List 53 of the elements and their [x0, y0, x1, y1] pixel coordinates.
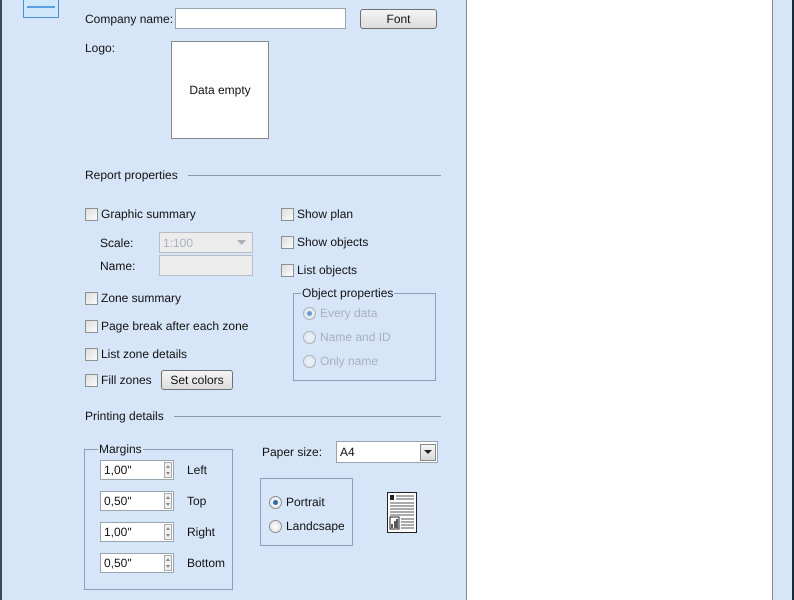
set-colors-button[interactable]: Set colors — [161, 370, 233, 390]
margin-label: Top — [187, 494, 206, 508]
paper-size-label: Paper size: — [262, 445, 324, 459]
caret-icon — [424, 450, 432, 454]
logo-image-box[interactable]: Data empty — [171, 41, 269, 139]
caret-icon — [237, 240, 246, 245]
font-button[interactable]: Font — [360, 8, 437, 28]
checkbox[interactable] — [85, 292, 98, 304]
checkbox-label: Show objects — [297, 235, 368, 249]
radio-label: Every data — [320, 306, 378, 320]
checkbox-label: Page break after each zone — [101, 319, 248, 333]
checkbox-label: List zone details — [101, 347, 188, 361]
checkbox[interactable] — [85, 320, 98, 332]
margin-spinner[interactable]: 0,50" — [100, 491, 174, 511]
radio-button[interactable] — [269, 496, 282, 508]
radio-label: Landcsape — [286, 519, 345, 533]
checkbox-label: List objects — [297, 263, 358, 277]
group-title: Margins — [98, 442, 143, 456]
name-label: Name: — [100, 258, 136, 272]
checkbox[interactable] — [281, 264, 294, 276]
margin-spinner[interactable]: 1,00" — [100, 460, 174, 480]
company-name-field[interactable] — [175, 8, 346, 29]
margin-label: Left — [187, 463, 208, 477]
spin-arrows-icon[interactable] — [164, 524, 172, 540]
margin-spinner[interactable]: 1,00" — [100, 522, 174, 542]
margin-label: Bottom — [187, 556, 226, 570]
section-title: Report properties — [85, 168, 178, 182]
checkbox[interactable] — [281, 208, 294, 220]
spin-arrows-icon[interactable] — [164, 462, 172, 478]
dropdown-button[interactable] — [420, 444, 436, 460]
radio-label: Only name — [320, 354, 378, 368]
section-title: Printing details — [85, 409, 164, 423]
spin-arrows-icon[interactable] — [164, 493, 172, 509]
checkbox-label: Graphic summary — [101, 207, 196, 221]
checkbox-label: Show plan — [297, 207, 354, 221]
checkbox-label: Zone summary — [101, 291, 182, 305]
radio-label: Portrait — [286, 495, 325, 509]
radio-label: Name and ID — [320, 330, 391, 344]
margin-spinner[interactable]: 0,50" — [100, 553, 174, 573]
spin-arrows-icon[interactable] — [164, 555, 172, 571]
radio-button[interactable] — [269, 520, 282, 532]
page-layout-icon — [387, 492, 417, 533]
checkbox[interactable] — [85, 208, 98, 220]
checkbox[interactable] — [85, 348, 98, 360]
logo-label: Logo: — [85, 41, 116, 55]
paper-size-dropdown[interactable]: A4 — [336, 441, 438, 463]
checkbox[interactable] — [85, 374, 98, 386]
checkbox-label: Fill zones — [101, 373, 153, 387]
company-name-label: Company name: — [85, 12, 174, 26]
scale-label: Scale: — [100, 236, 134, 250]
group-title: Object properties — [301, 286, 394, 300]
margin-label: Right — [187, 525, 216, 539]
checkbox[interactable] — [281, 236, 294, 248]
